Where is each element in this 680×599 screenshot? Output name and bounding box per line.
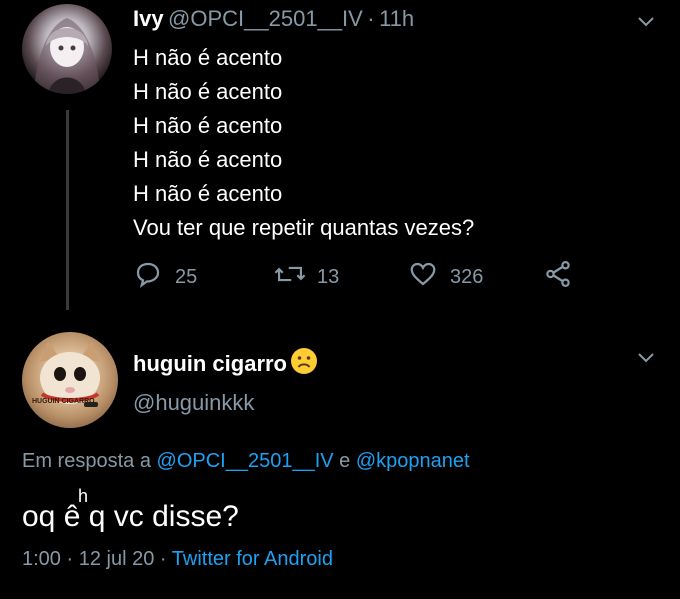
tweet-time[interactable]: 1:00 xyxy=(22,548,61,570)
tweet-text-accent: ê xyxy=(63,500,81,533)
avatar[interactable] xyxy=(22,4,112,94)
tweet-text-end: q vc disse? xyxy=(80,500,239,533)
reply-prefix: Em resposta a xyxy=(22,450,151,472)
share-button[interactable] xyxy=(543,259,573,295)
retweet-button[interactable]: 13 xyxy=(273,259,408,295)
like-icon xyxy=(408,259,438,295)
thread-line xyxy=(66,110,69,310)
reply-count: 25 xyxy=(175,265,198,288)
tweet-line-5: H não é acento xyxy=(133,181,283,206)
author-handle[interactable]: @huguinkkk xyxy=(133,390,254,416)
tweet-actions: 25 13 326 xyxy=(133,259,573,295)
avatar[interactable]: HUGUIN CIGARRO xyxy=(22,332,118,428)
separator-dot: · xyxy=(367,6,375,31)
tweet-source[interactable]: Twitter for Android xyxy=(172,548,333,570)
tweet-line-4: H não é acento xyxy=(133,147,283,172)
retweet-icon xyxy=(273,259,307,295)
reply-joiner: e xyxy=(339,450,351,472)
avatar-caption: HUGUIN CIGARRO xyxy=(32,398,95,405)
mention-link[interactable]: @OPCI__2501__IV xyxy=(157,450,334,472)
separator-dot: · xyxy=(66,548,74,570)
tweet-meta: 1:00 · 12 jul 20 · Twitter for Android xyxy=(22,548,333,571)
tweet-text-start: oq xyxy=(22,500,64,533)
mention-link[interactable]: @kpopnanet xyxy=(356,450,470,472)
retweet-count: 13 xyxy=(317,265,340,288)
chevron-down-icon[interactable] xyxy=(634,346,658,375)
author-name[interactable]: Ivy xyxy=(133,6,164,31)
tweet-line-2: H não é acento xyxy=(133,79,283,104)
tweet-line-3: H não é acento xyxy=(133,113,283,138)
tweet-date[interactable]: 12 jul 20 xyxy=(79,548,155,570)
tweet-text: oq ê q vc disse? xyxy=(22,500,239,534)
separator-dot: · xyxy=(159,548,167,570)
author-name[interactable]: huguin cigarro xyxy=(133,351,287,377)
like-count: 326 xyxy=(450,265,484,288)
like-button[interactable]: 326 xyxy=(408,259,543,295)
reply-header: huguin cigarro xyxy=(133,346,319,381)
reply-button[interactable]: 25 xyxy=(133,259,273,295)
reply-icon xyxy=(133,259,163,295)
tweet-header: Ivy @OPCI__2501__IV · 11h xyxy=(133,6,414,32)
author-handle[interactable]: @OPCI__2501__IV xyxy=(168,6,363,31)
frowning-face-icon xyxy=(289,346,319,381)
share-icon xyxy=(543,259,573,295)
tweet-line-1: H não é acento xyxy=(133,45,283,70)
tweet-line-6: Vou ter que repetir quantas vezes? xyxy=(133,215,475,240)
tweet-time[interactable]: 11h xyxy=(379,6,414,31)
chevron-down-icon[interactable] xyxy=(634,10,658,39)
reply-context: Em resposta a @OPCI__2501__IV e @kpopnan… xyxy=(22,450,470,473)
